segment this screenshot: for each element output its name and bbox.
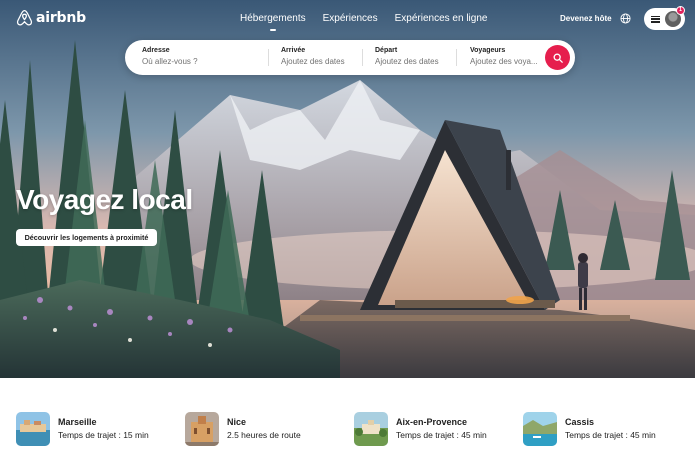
brand-name: airbnb — [36, 10, 86, 26]
tab-experiences[interactable]: Expériences — [323, 13, 378, 24]
destination-name: Aix-en-Provence — [396, 417, 468, 427]
destination-thumbnail — [16, 412, 50, 446]
become-host-link[interactable]: Devenez hôte — [560, 14, 612, 23]
address-input[interactable]: Où allez-vous ? — [142, 57, 262, 66]
explore-nearby-button[interactable]: Découvrir les logements à proximité — [16, 229, 157, 246]
guests-label: Voyageurs — [470, 47, 506, 54]
nearby-destinations: Marseille Temps de trajet : 15 min Nice … — [0, 378, 695, 452]
tab-hebergements[interactable]: Hébergements — [240, 13, 306, 31]
search-button[interactable] — [545, 45, 570, 70]
search-divider — [362, 49, 363, 66]
tab-experiences-en-ligne[interactable]: Expériences en ligne — [395, 13, 488, 24]
destination-travel-time: 2.5 heures de route — [227, 430, 301, 440]
search-field-guests[interactable]: Voyageurs Ajoutez des voya... — [470, 47, 540, 66]
destination-card[interactable]: Cassis Temps de trajet : 45 min — [523, 412, 656, 446]
search-field-checkin[interactable]: Arrivée Ajoutez des dates — [281, 47, 366, 66]
destination-travel-time: Temps de trajet : 45 min — [565, 430, 656, 440]
destination-travel-time: Temps de trajet : 15 min — [58, 430, 149, 440]
search-divider — [456, 49, 457, 66]
search-field-checkout[interactable]: Départ Ajoutez des dates — [375, 47, 460, 66]
globe-icon[interactable] — [620, 13, 631, 24]
destination-name: Cassis — [565, 417, 595, 427]
search-bar: Adresse Où allez-vous ? Arrivée Ajoutez … — [125, 40, 575, 75]
address-label: Adresse — [142, 47, 170, 54]
destination-thumbnail — [185, 412, 219, 446]
search-divider — [268, 49, 269, 66]
destination-name: Nice — [227, 417, 247, 427]
airbnb-logo[interactable]: airbnb — [16, 9, 86, 27]
destination-name: Marseille — [58, 417, 97, 427]
airbnb-logo-icon — [16, 9, 33, 26]
guests-input[interactable]: Ajoutez des voya... — [470, 57, 540, 66]
destination-thumbnail — [354, 412, 388, 446]
main-nav: Hébergements Expériences Expériences en … — [240, 13, 488, 31]
top-header: airbnb Hébergements Expériences Expérien… — [0, 0, 695, 38]
destination-card[interactable]: Aix-en-Provence Temps de trajet : 45 min — [354, 412, 487, 446]
search-icon — [553, 53, 563, 63]
hero-title: Voyagez local — [16, 184, 193, 215]
destination-card[interactable]: Marseille Temps de trajet : 15 min — [16, 412, 149, 446]
checkin-input[interactable]: Ajoutez des dates — [281, 57, 366, 66]
checkout-input[interactable]: Ajoutez des dates — [375, 57, 460, 66]
search-field-address[interactable]: Adresse Où allez-vous ? — [142, 47, 262, 66]
notification-badge: 1 — [676, 6, 685, 15]
destination-thumbnail — [523, 412, 557, 446]
checkout-label: Départ — [375, 47, 398, 54]
destination-card[interactable]: Nice 2.5 heures de route — [185, 412, 301, 446]
hamburger-icon — [651, 15, 660, 23]
destination-travel-time: Temps de trajet : 45 min — [396, 430, 487, 440]
user-menu-button[interactable]: 1 — [644, 6, 685, 30]
checkin-label: Arrivée — [281, 47, 306, 54]
